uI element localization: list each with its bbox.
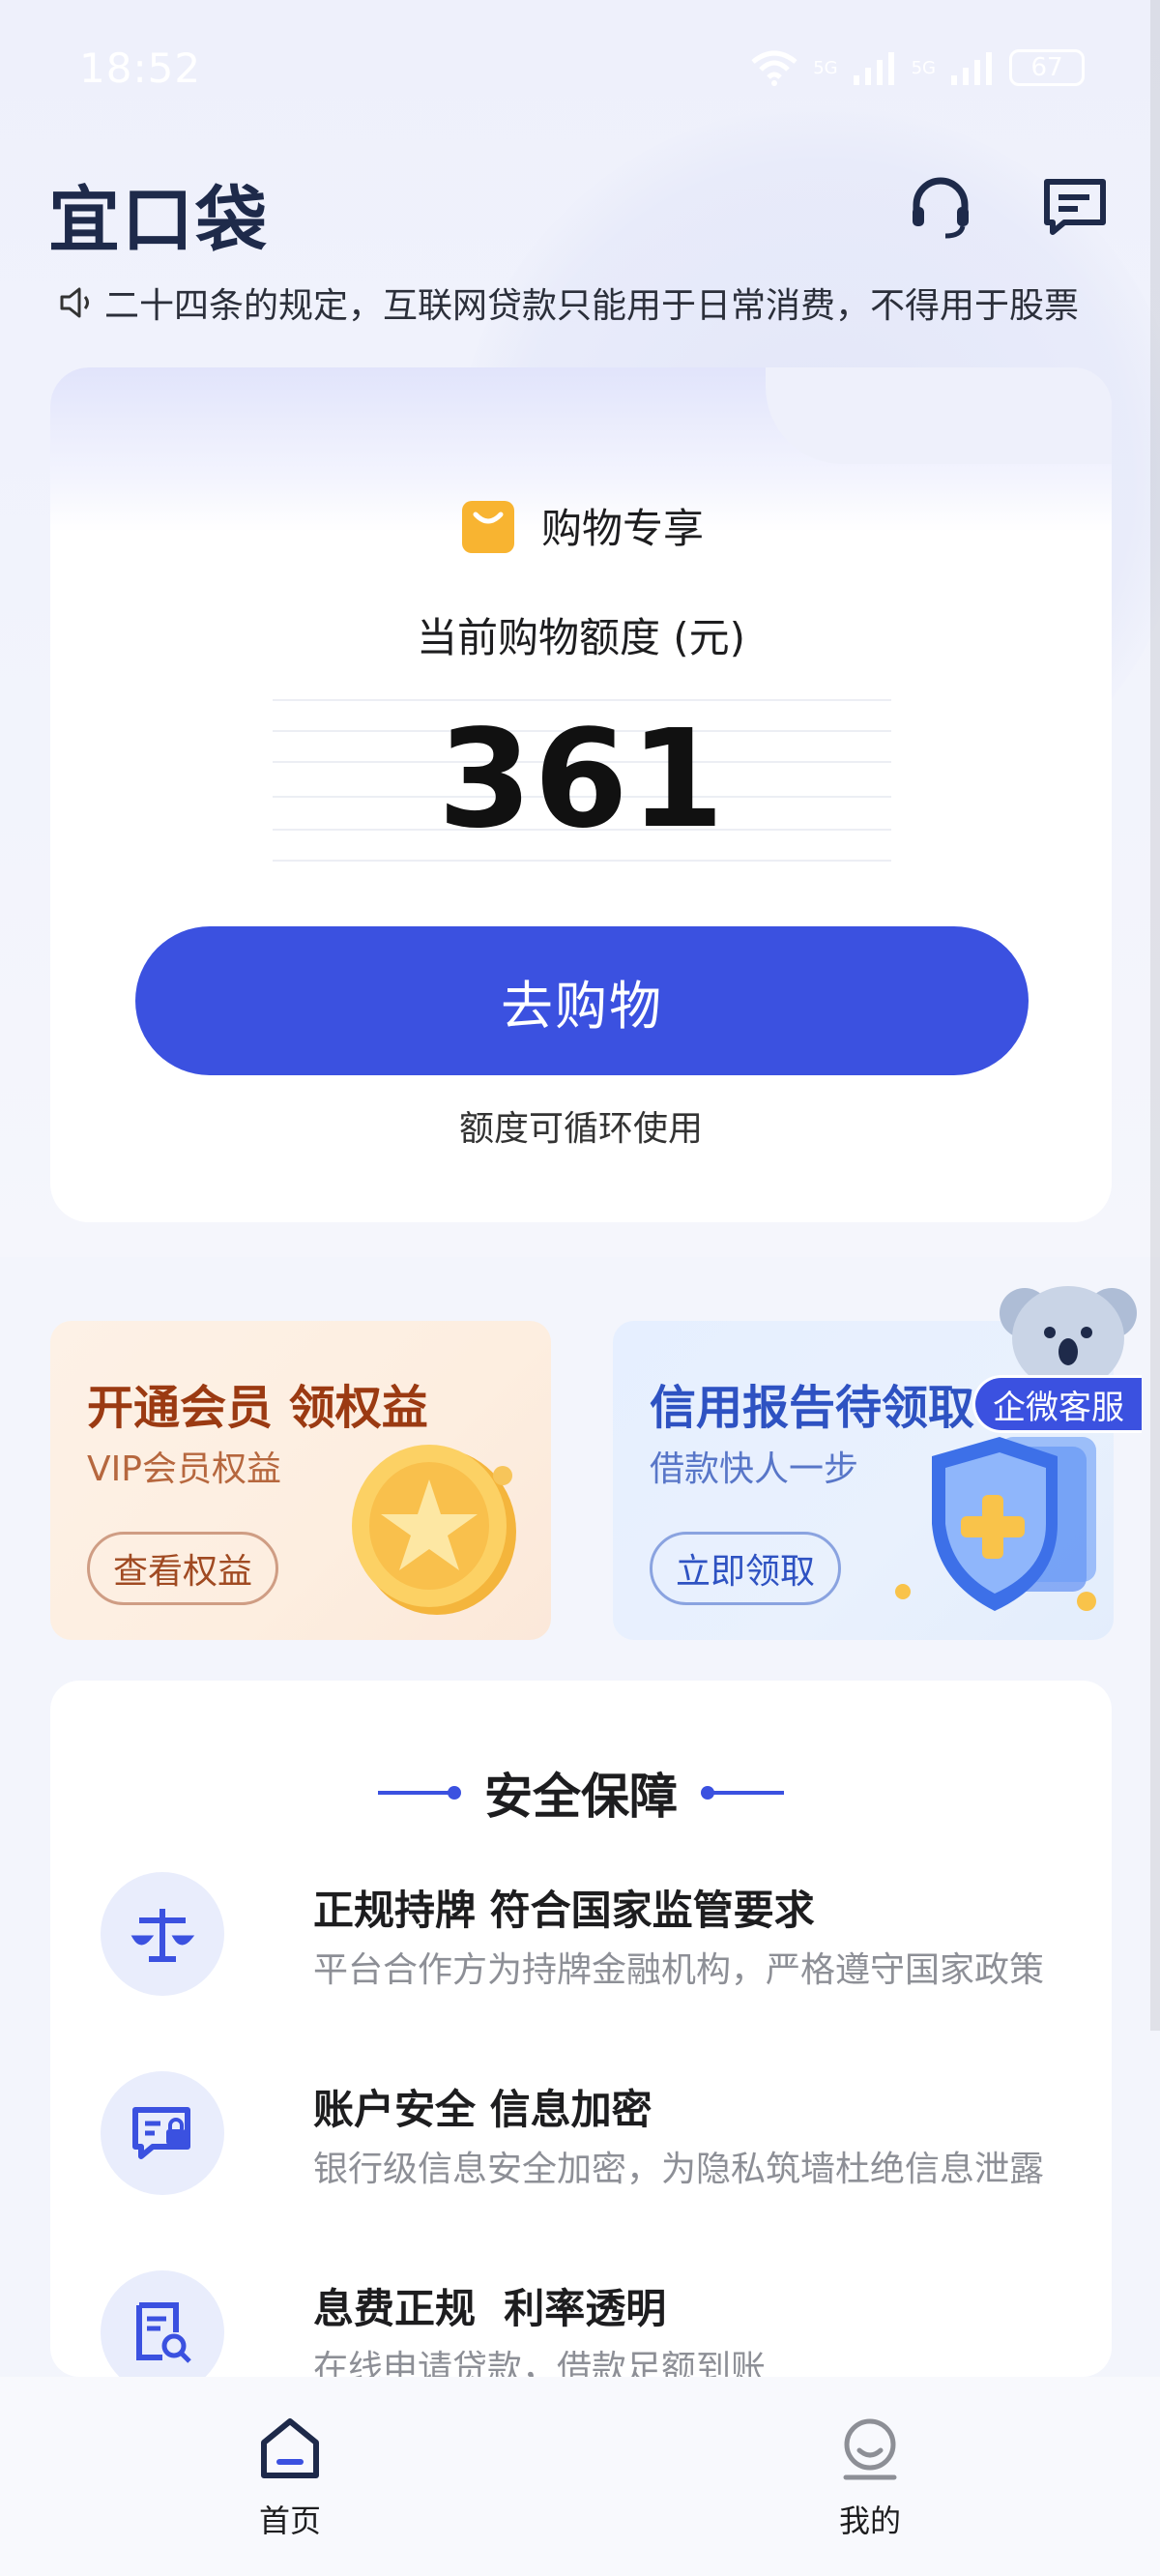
tab-mine-label: 我的 (838, 2503, 901, 2539)
divider-left (378, 1786, 461, 1800)
view-benefits-button[interactable]: 查看权益 (87, 1532, 279, 1605)
status-time: 18:52 (79, 44, 202, 92)
home-icon (261, 2418, 319, 2478)
tab-home-label: 首页 (258, 2503, 321, 2539)
vip-promo-card[interactable]: 开通会员 领权益 VIP会员权益 查看权益 (50, 1321, 551, 1640)
amount-area: 361 (273, 699, 891, 862)
security-item-desc: 在线申请贷款，借款足额到账 (313, 2349, 767, 2377)
battery-level: 67 (1030, 53, 1063, 82)
speaker-icon (60, 287, 89, 318)
signal-icon (853, 52, 894, 85)
credit-amount: 361 (437, 701, 727, 859)
go-shopping-button[interactable]: 去购物 (135, 926, 1029, 1075)
battery-icon: 67 (1009, 49, 1085, 86)
security-header: 安全保障 (50, 1758, 1112, 1828)
shopping-bag-icon (461, 501, 514, 553)
reuse-note: 额度可循环使用 (458, 1109, 703, 1149)
security-item: 正规持牌 符合国家监管要求 平台合作方为持牌金融机构，严格遵守国家政策 (101, 1872, 1067, 1998)
system-icons: 5G 5G 67 (749, 48, 1085, 87)
bottom-tab-bar: 首页 我的 (0, 2377, 1160, 2576)
security-item: 息费正规 利率透明 在线申请贷款，借款足额到账 (101, 2270, 1067, 2377)
scrollbar[interactable] (1150, 0, 1160, 2031)
status-bar: 18:52 5G 5G 67 (0, 0, 1160, 145)
card-notch (766, 367, 1112, 464)
limit-label: 当前购物额度 (元) (416, 614, 746, 661)
shield-icon (895, 1437, 1096, 1611)
credit-card: 购物专享 当前购物额度 (元) 361 去购物 额度可循环使用 (50, 367, 1112, 1222)
signal-icon (951, 52, 992, 85)
security-item: 账户安全 信息加密 银行级信息安全加密，为隐私筑墙杜绝信息泄露 (101, 2071, 1067, 2197)
credit-report-subtitle: 借款快人一步 (650, 1449, 859, 1489)
security-title: 安全保障 (484, 1769, 678, 1825)
vip-promo-subtitle: VIP会员权益 (87, 1449, 281, 1489)
profile-icon (843, 2418, 897, 2480)
claim-now-button[interactable]: 立即领取 (650, 1532, 842, 1605)
wifi-icon (751, 50, 798, 86)
security-item-title: 正规持牌 符合国家监管要求 (313, 1887, 815, 1934)
headset-icon[interactable] (907, 172, 974, 240)
shopping-tag-label: 购物专享 (540, 504, 704, 552)
secure-chat-icon (101, 2071, 224, 2195)
vip-promo-title: 开通会员 领权益 (87, 1381, 428, 1435)
divider-right (701, 1786, 784, 1800)
signal-2-label: 5G (911, 57, 936, 78)
shopping-tag: 购物专享 (50, 495, 1112, 555)
tab-home[interactable]: 首页 (213, 2415, 367, 2551)
security-item-desc: 平台合作方为持牌金融机构，严格遵守国家政策 (313, 1950, 1045, 1990)
document-search-icon (101, 2270, 224, 2377)
security-item-desc: 银行级信息安全加密，为隐私筑墙杜绝信息泄露 (313, 2150, 1045, 2189)
security-section: 安全保障 正规持牌 符合国家监管要求 平台合作方为持牌金融机构，严格遵守国家政策 (50, 1681, 1112, 2377)
security-item-title: 息费正规 利率透明 (313, 2285, 667, 2332)
message-icon[interactable] (1041, 172, 1109, 240)
scale-icon (101, 1872, 224, 1996)
tab-mine[interactable]: 我的 (793, 2415, 947, 2551)
customer-service-badge[interactable]: 企微客服 (972, 1375, 1142, 1433)
signal-1-label: 5G (813, 57, 838, 78)
app-logo: 宜口袋 (48, 179, 269, 262)
notice-text: 二十四条的规定，互联网贷款只能用于日常消费，不得用于股票 (104, 286, 1080, 326)
notice-marquee[interactable]: 二十四条的规定，互联网贷款只能用于日常消费，不得用于股票 (56, 278, 1110, 327)
star-coin-icon (352, 1445, 516, 1615)
security-item-title: 账户安全 信息加密 (313, 2086, 652, 2133)
